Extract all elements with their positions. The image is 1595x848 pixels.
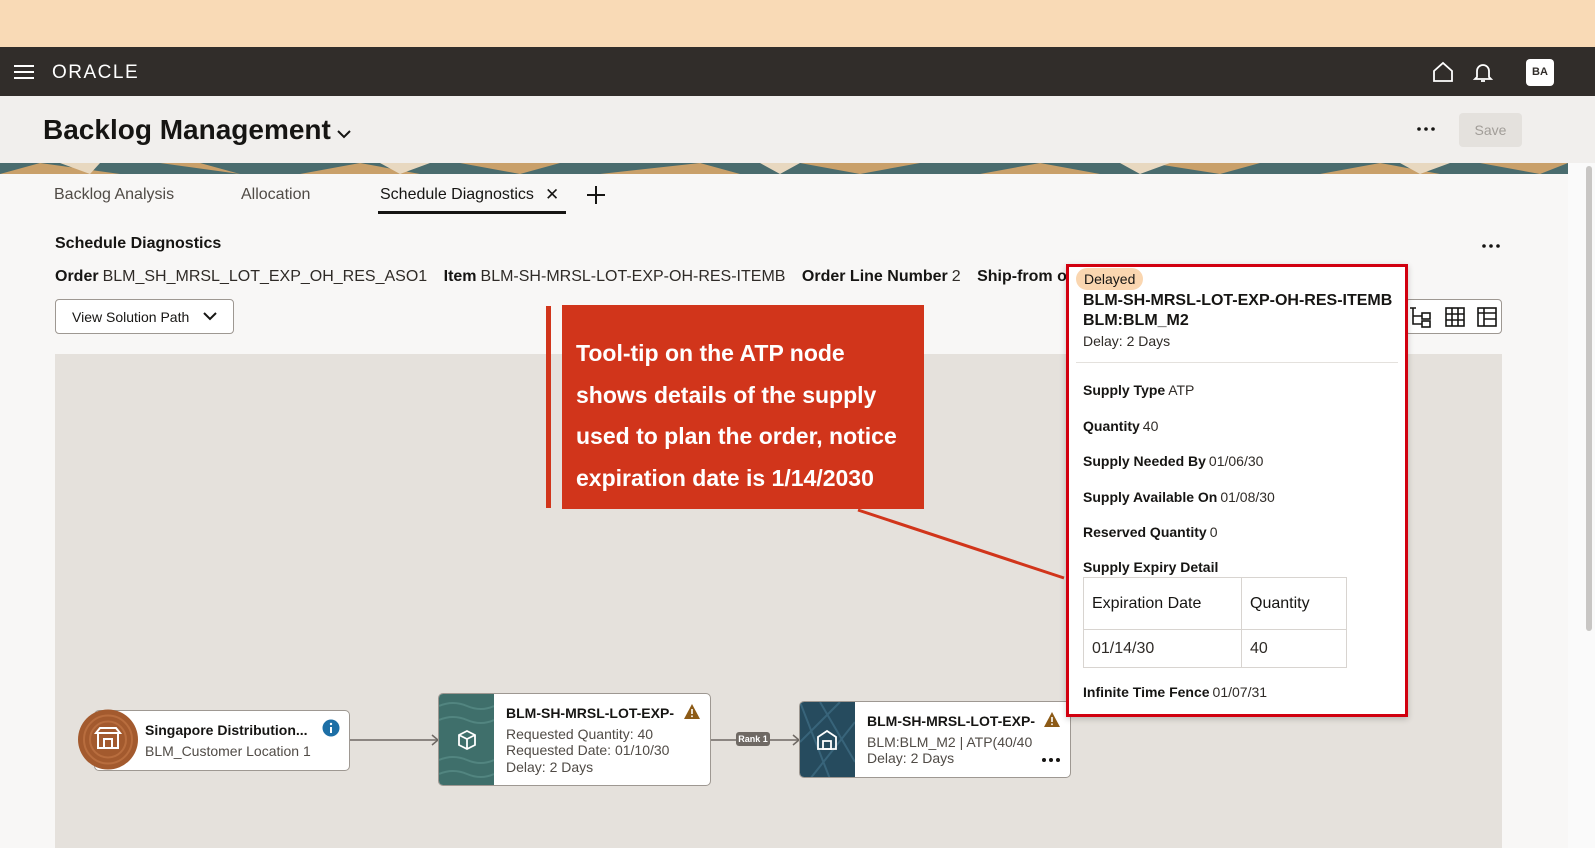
supply-type-row: Supply Type ATP bbox=[1083, 382, 1194, 398]
time-fence-row: Infinite Time Fence 01/07/31 bbox=[1083, 684, 1267, 700]
bell-icon[interactable] bbox=[1471, 60, 1495, 84]
item-requested-date: Requested Date: 01/10/30 bbox=[506, 742, 670, 758]
quantity-label: Quantity bbox=[1083, 418, 1140, 434]
callout-line: shows details of the supply bbox=[576, 381, 877, 408]
page-header: Backlog Management bbox=[0, 96, 1595, 163]
save-button[interactable]: Save bbox=[1459, 113, 1522, 147]
customer-location: BLM_Customer Location 1 bbox=[145, 743, 311, 759]
time-fence-label: Infinite Time Fence bbox=[1083, 684, 1210, 700]
order-details: Order BLM_SH_MRSL_LOT_EXP_OH_RES_ASO1 Ite… bbox=[55, 268, 1068, 286]
chevron-down-icon[interactable] bbox=[203, 311, 217, 321]
supply-needed-row: Supply Needed By 01/06/30 bbox=[1083, 453, 1263, 469]
reserved-quantity-value: 0 bbox=[1209, 524, 1218, 540]
table-view-icon[interactable] bbox=[1470, 300, 1503, 333]
close-icon[interactable]: ✕ bbox=[545, 185, 559, 205]
hierarchy-view-icon[interactable] bbox=[1406, 300, 1439, 333]
ship-from-label: Ship-from orga bbox=[977, 268, 1068, 285]
tab-schedule-diagnostics[interactable]: Schedule Diagnostics bbox=[380, 186, 534, 204]
tab-allocation[interactable]: Allocation bbox=[241, 186, 310, 204]
tab-backlog-analysis[interactable]: Backlog Analysis bbox=[54, 186, 174, 204]
section-title: Schedule Diagnostics bbox=[55, 235, 222, 252]
menu-icon[interactable] bbox=[14, 65, 34, 79]
global-header: ORACLE bbox=[0, 47, 1595, 96]
more-actions-icon[interactable] bbox=[1414, 117, 1438, 141]
supply-available-label: Supply Available On bbox=[1083, 489, 1218, 505]
oracle-logo: ORACLE bbox=[52, 62, 140, 83]
time-fence-value: 01/07/31 bbox=[1212, 684, 1268, 700]
user-avatar[interactable]: BA bbox=[1526, 59, 1554, 86]
add-tab-icon[interactable] bbox=[585, 183, 607, 207]
supply-expiry-label-row: Supply Expiry Detail bbox=[1083, 559, 1218, 575]
column-header: Expiration Date bbox=[1083, 577, 1242, 630]
atp-supply: BLM:BLM_M2 | ATP(40/40 bbox=[867, 734, 1032, 750]
home-icon[interactable] bbox=[1431, 60, 1455, 84]
order-line-value: 2 bbox=[951, 268, 961, 285]
order-label: Order bbox=[55, 268, 99, 285]
column-header: Quantity bbox=[1241, 577, 1347, 630]
store-icon bbox=[78, 709, 138, 770]
expiration-date-cell: 01/14/30 bbox=[1083, 629, 1242, 668]
expiry-table: Expiration Date Quantity 01/14/30 40 bbox=[1083, 577, 1347, 668]
reserved-quantity-row: Reserved Quantity 0 bbox=[1083, 524, 1218, 540]
order-value: BLM_SH_MRSL_LOT_EXP_OH_RES_ASO1 bbox=[102, 268, 428, 285]
status-badge: Delayed bbox=[1076, 268, 1144, 290]
rank-badge: Rank 1 bbox=[736, 732, 770, 746]
item-requested-quantity: Requested Quantity: 40 bbox=[506, 726, 654, 742]
active-tab-indicator bbox=[378, 211, 566, 214]
item-name: BLM-SH-MRSL-LOT-EXP- bbox=[506, 705, 674, 721]
warning-icon bbox=[684, 704, 700, 719]
decorative-banner bbox=[0, 163, 1568, 174]
table-row: 01/14/30 40 bbox=[1083, 629, 1347, 668]
quantity-row: Quantity 40 bbox=[1083, 418, 1158, 434]
customer-name: Singapore Distribution... bbox=[145, 722, 308, 738]
tooltip-supply-title: BLM:BLM_M2 bbox=[1083, 312, 1189, 329]
supply-needed-label: Supply Needed By bbox=[1083, 453, 1206, 469]
top-banner bbox=[0, 0, 1595, 47]
item-delay: Delay: 2 Days bbox=[506, 759, 594, 775]
supply-available-value: 01/08/30 bbox=[1220, 489, 1275, 505]
supply-expiry-label: Supply Expiry Detail bbox=[1083, 559, 1219, 575]
grid-view-icon[interactable] bbox=[1438, 300, 1471, 333]
supply-type-label: Supply Type bbox=[1083, 382, 1166, 398]
table-header-row: Expiration Date Quantity bbox=[1083, 577, 1347, 630]
warehouse-icon bbox=[817, 729, 837, 750]
more-actions-icon[interactable] bbox=[1479, 234, 1503, 258]
callout-bar bbox=[546, 306, 551, 508]
tooltip-item-title: BLM-SH-MRSL-LOT-EXP-OH-RES-ITEMB bbox=[1083, 292, 1393, 309]
page-title: Backlog Management bbox=[43, 114, 331, 145]
quantity-cell: 40 bbox=[1241, 629, 1347, 668]
view-toggle-group bbox=[1405, 299, 1502, 334]
chevron-down-icon[interactable] bbox=[336, 128, 352, 140]
atp-name: BLM-SH-MRSL-LOT-EXP- bbox=[867, 713, 1035, 729]
callout-line: Tool-tip on the ATP node bbox=[576, 340, 845, 366]
reserved-quantity-label: Reserved Quantity bbox=[1083, 524, 1207, 540]
view-solution-path-label: View Solution Path bbox=[72, 309, 190, 325]
item-value: BLM-SH-MRSL-LOT-EXP-OH-RES-ITEMB bbox=[480, 268, 786, 285]
order-line-label: Order Line Number bbox=[801, 268, 948, 285]
quantity-value: 40 bbox=[1142, 418, 1159, 434]
callout-annotation: Tool-tip on the ATP node shows details o… bbox=[562, 305, 924, 509]
callout-line: used to plan the order, notice bbox=[576, 423, 897, 449]
more-actions-icon[interactable] bbox=[1039, 751, 1063, 769]
callout-line: expiration date is 1/14/2030 bbox=[576, 464, 874, 491]
info-icon[interactable] bbox=[322, 719, 340, 737]
divider bbox=[1076, 362, 1398, 363]
supply-available-row: Supply Available On 01/08/30 bbox=[1083, 489, 1275, 505]
supply-needed-value: 01/06/30 bbox=[1208, 453, 1264, 469]
item-box-icon bbox=[458, 729, 476, 751]
tooltip-delay: Delay: 2 Days bbox=[1083, 333, 1171, 349]
item-label: Item bbox=[443, 268, 477, 285]
scrollbar-thumb[interactable] bbox=[1586, 166, 1592, 631]
atp-delay: Delay: 2 Days bbox=[867, 750, 955, 766]
supply-type-value: ATP bbox=[1168, 382, 1195, 398]
warning-icon bbox=[1044, 712, 1060, 727]
